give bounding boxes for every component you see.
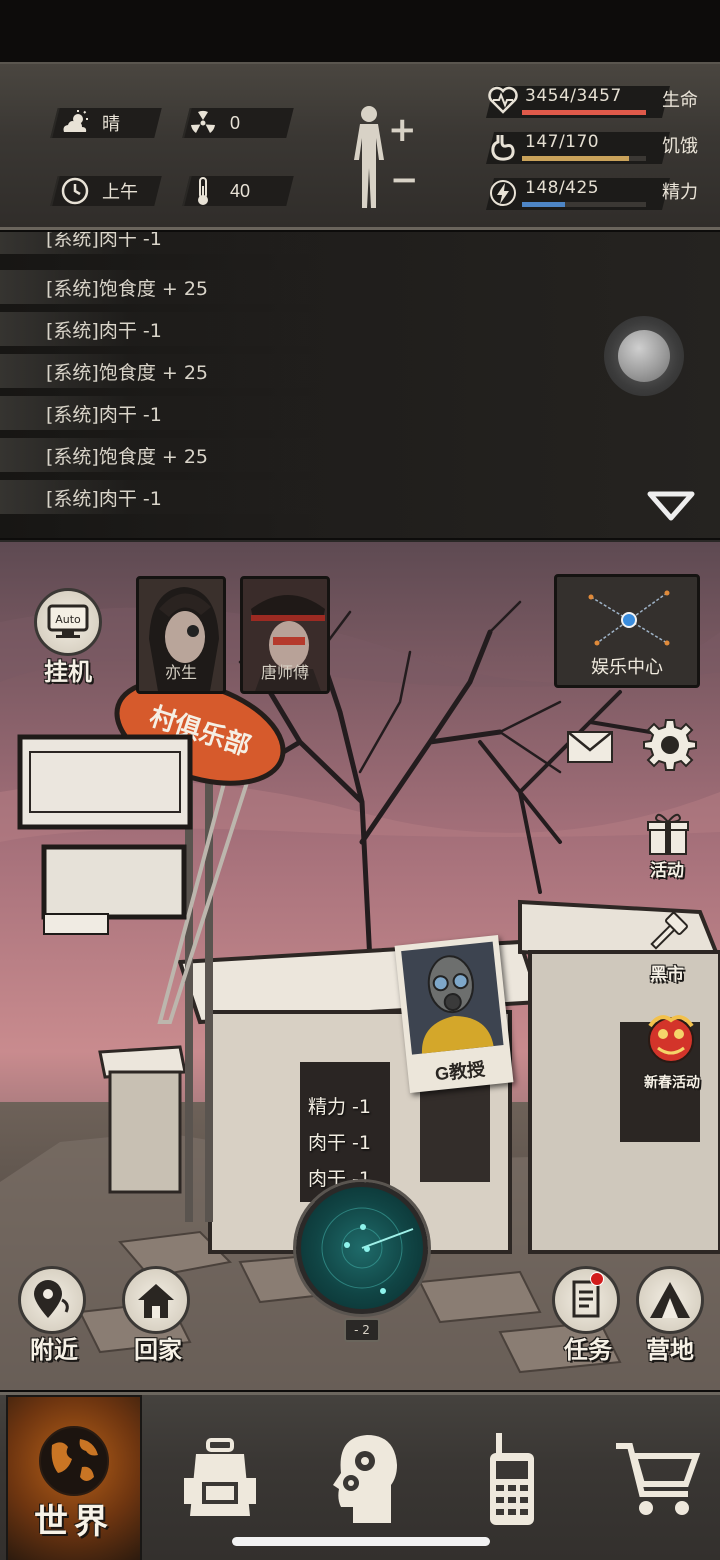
hunger-value: 147/170 [525, 132, 600, 152]
svg-text:Auto: Auto [55, 613, 81, 626]
minimap-label: 娱乐中心 [591, 657, 663, 677]
log-line: [系统]饱食度 + 25 [0, 438, 330, 472]
npc-card-tang[interactable]: 唐师傅 [240, 576, 330, 694]
npc-name: 亦生 [164, 665, 197, 682]
minus-icon[interactable]: − [390, 160, 419, 200]
notification-dot [590, 1272, 604, 1286]
joystick[interactable] [604, 316, 684, 396]
gas-mask-portrait [401, 941, 504, 1055]
heart-pulse-icon [488, 86, 518, 116]
bottom-tab-bar: 世界 [0, 1392, 720, 1560]
npc-professor-card[interactable]: G教授 [394, 934, 514, 1094]
radar-level-badge: - 2 [344, 1318, 380, 1342]
thermometer-icon [188, 176, 218, 206]
tab-shop[interactable] [602, 1395, 712, 1560]
tab-skills[interactable] [318, 1395, 414, 1560]
temperature-value: 40 [230, 180, 251, 201]
energy-stat: 148/425 精力 [480, 172, 710, 212]
health-value: 3454/3457 [525, 86, 622, 106]
stomach-icon [488, 132, 518, 162]
npc-card-yisheng[interactable]: 亦生 [136, 576, 226, 694]
health-label: 生命 [662, 90, 698, 110]
body-status-figure[interactable] [346, 104, 392, 217]
plus-icon[interactable]: + [388, 110, 417, 150]
home-indicator[interactable] [232, 1537, 490, 1546]
walkie-talkie-icon [490, 1433, 534, 1525]
lightning-icon [488, 178, 518, 208]
tent-icon [650, 1282, 690, 1318]
radar-scanner[interactable] [296, 1182, 428, 1314]
log-line: [系统]肉干 -1 [0, 480, 330, 514]
log-line: [系统]饱食度 + 25 [0, 270, 330, 304]
head-gears-icon [333, 1435, 397, 1523]
lion-dance-icon[interactable] [640, 1008, 702, 1070]
log-line: [系统]肉干 -1 [0, 312, 330, 346]
message-log[interactable]: [系统]肉干 -1 [系统]饱食度 + 25 [系统]肉干 -1 [系统]饱食度… [0, 232, 720, 538]
game-scene[interactable]: 村俱乐部 Auto 挂机 亦生 唐师傅 娱乐中心 活动 黑市 新春活动 G教授 … [0, 540, 720, 1390]
energy-label: 精力 [662, 182, 698, 202]
npc-name: 唐师傅 [260, 665, 309, 682]
tasks-label: 任务 [564, 1337, 612, 1364]
log-line: [系统]饱食度 + 25 [0, 354, 330, 388]
health-stat: 3454/3457 生命 [480, 80, 710, 120]
activity-label[interactable]: 活动 [650, 856, 684, 881]
hunger-label: 饥饿 [662, 136, 698, 156]
gear-icon[interactable] [640, 714, 700, 774]
energy-bar-fill [522, 202, 566, 207]
go-home-label: 回家 [134, 1337, 182, 1364]
camp-label: 营地 [646, 1337, 694, 1364]
radiation-value: 0 [230, 112, 241, 133]
floating-message: 肉干 -1 [308, 1132, 371, 1154]
energy-value: 148/425 [525, 178, 600, 198]
mail-icon[interactable] [560, 716, 620, 776]
minimap[interactable]: 娱乐中心 [554, 574, 700, 688]
clock-icon [60, 176, 90, 206]
shopping-cart-icon [616, 1443, 701, 1515]
auto-idle-label: 挂机 [44, 659, 92, 686]
health-bar-fill [522, 110, 646, 115]
tab-backpack[interactable] [172, 1395, 268, 1560]
hunger-bar-fill [522, 156, 630, 161]
log-line: [系统]肉干 -1 [0, 396, 330, 430]
time-label: 上午 [102, 182, 138, 202]
tab-world[interactable]: 世界 [6, 1395, 142, 1560]
backpack-icon [184, 1438, 256, 1516]
spring-festival-label[interactable]: 新春活动 [644, 1072, 700, 1092]
auto-idle-button[interactable]: Auto [34, 588, 102, 656]
radar-screen [321, 1207, 414, 1294]
radiation-icon [188, 108, 218, 138]
camp-button[interactable] [636, 1266, 704, 1334]
minimap-graph [588, 590, 670, 646]
cloud-sun-icon [60, 108, 90, 138]
tasks-button[interactable] [552, 1266, 620, 1334]
nearby-label: 附近 [30, 1337, 78, 1364]
status-panel: 晴 0 上午 40 + − 3454/3457 生命 147/170 饥饿 14… [0, 62, 720, 230]
tab-radio[interactable] [464, 1395, 560, 1560]
log-line: [系统]肉干 -1 [0, 232, 330, 254]
joystick-knob[interactable] [618, 330, 670, 382]
home-icon [138, 1284, 174, 1318]
black-market-label[interactable]: 黑市 [650, 960, 684, 985]
gavel-icon[interactable] [646, 910, 690, 954]
globe-icon [39, 1426, 109, 1496]
go-home-button[interactable] [122, 1266, 190, 1334]
task-icon [572, 1280, 600, 1318]
gift-icon[interactable] [644, 810, 692, 856]
tab-world-label: 世界 [34, 1503, 114, 1541]
nearby-button[interactable] [18, 1266, 86, 1334]
hunger-stat: 147/170 饥饿 [480, 126, 710, 166]
monitor-icon: Auto [47, 604, 89, 638]
collapse-log-icon[interactable] [646, 490, 696, 527]
location-icon [34, 1280, 69, 1318]
weather-label: 晴 [102, 114, 120, 134]
floating-message: 精力 -1 [308, 1096, 371, 1118]
